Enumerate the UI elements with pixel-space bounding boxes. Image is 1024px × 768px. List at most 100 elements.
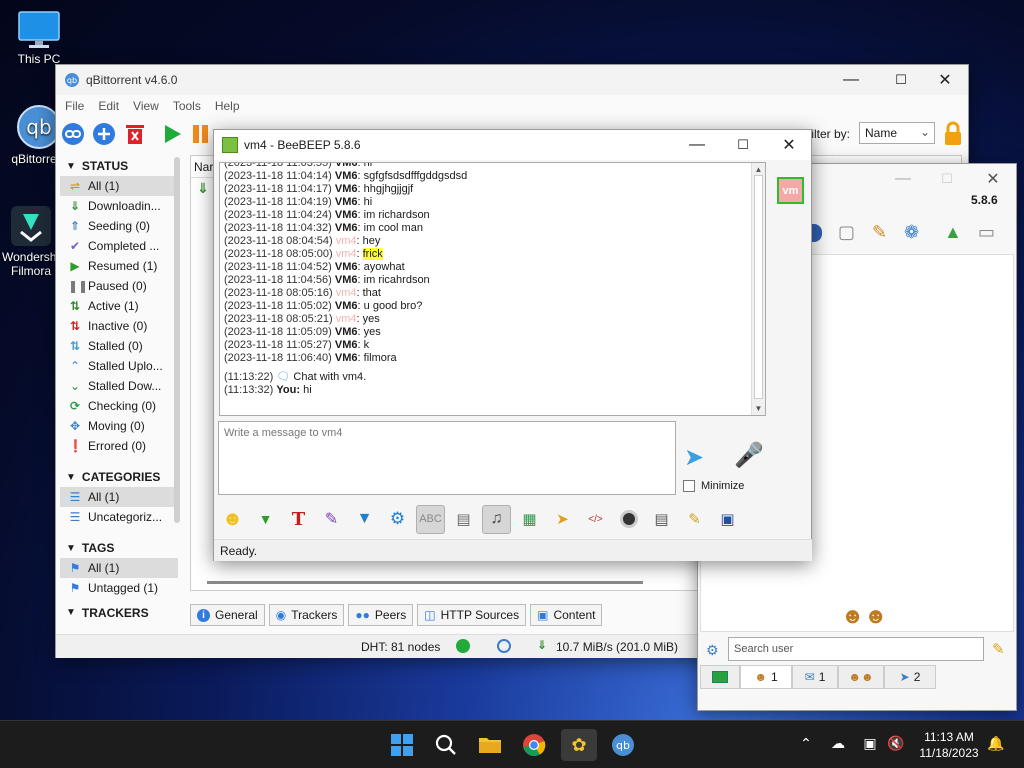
close-button[interactable]: ✕ xyxy=(766,130,812,160)
status-errored[interactable]: ❗ Errored (0) xyxy=(60,436,178,456)
tab-groups[interactable]: ☻☻ xyxy=(838,665,884,689)
clear-search-icon[interactable]: ✎ xyxy=(992,640,1005,658)
filter-button[interactable]: ▼ xyxy=(350,505,379,534)
tags-header[interactable]: ▼ TAGS xyxy=(60,537,178,558)
send-icon[interactable]: ➤ xyxy=(684,443,704,472)
categories-header[interactable]: ▼ CATEGORIES xyxy=(60,466,178,487)
trash-icon[interactable]: ▭ xyxy=(978,222,995,243)
status-downloading[interactable]: ⇓ Downloadin... xyxy=(60,196,178,216)
status-stalled[interactable]: ⇅ Stalled (0) xyxy=(60,336,178,356)
tag-untagged[interactable]: ⚑ Untagged (1) xyxy=(60,578,178,598)
menu-tools[interactable]: Tools xyxy=(168,99,210,113)
screenshot-button[interactable] xyxy=(614,505,643,534)
tab-trackers[interactable]: ◉ Trackers xyxy=(268,604,345,626)
search-button[interactable] xyxy=(428,729,464,761)
status-all[interactable]: ⇌ All (1) xyxy=(60,176,178,196)
close-button[interactable]: ✕ xyxy=(970,164,1016,194)
minimize-checkbox[interactable]: Minimize xyxy=(683,480,744,492)
minimize-button[interactable]: — xyxy=(828,65,874,95)
dictionary-button[interactable]: ▤ xyxy=(449,505,478,534)
user-avatar[interactable]: vm xyxy=(777,177,804,204)
horizontal-scrollbar[interactable] xyxy=(207,581,643,584)
beebeep-taskbar-button[interactable]: ✿ xyxy=(561,729,597,761)
volume-muted-icon[interactable]: 🔇 xyxy=(886,735,906,755)
category-uncategorized[interactable]: ☰ Uncategoriz... xyxy=(60,507,178,527)
maximize-button[interactable]: ☐ xyxy=(878,65,924,95)
resume-icon[interactable] xyxy=(159,121,185,147)
settings-button[interactable]: ⚙ xyxy=(383,505,412,534)
tab-home[interactable] xyxy=(700,665,740,689)
add-link-icon[interactable] xyxy=(60,121,86,147)
close-button[interactable]: ✕ xyxy=(922,65,968,95)
edit-icon[interactable]: ✎ xyxy=(872,222,887,243)
status-moving[interactable]: ✥ Moving (0) xyxy=(60,416,178,436)
status-header[interactable]: ▼ STATUS xyxy=(60,155,178,176)
emoticon-button[interactable]: ☻ xyxy=(218,505,247,534)
send-file-button[interactable]: ➤ xyxy=(548,505,577,534)
delete-icon[interactable] xyxy=(122,121,148,147)
category-all[interactable]: ☰ All (1) xyxy=(60,487,178,507)
trackers-header[interactable]: ▼ TRACKERS xyxy=(60,606,178,618)
minimize-button[interactable]: — xyxy=(674,130,720,160)
file-explorer-button[interactable] xyxy=(472,729,508,761)
alt-speed-icon[interactable] xyxy=(497,639,511,653)
menu-view[interactable]: View xyxy=(128,99,168,113)
status-seeding[interactable]: ⇑ Seeding (0) xyxy=(60,216,178,236)
scroll-thumb[interactable] xyxy=(754,175,763,399)
maximize-button[interactable]: ☐ xyxy=(924,164,970,194)
save-chat-button[interactable]: ▦ xyxy=(515,505,544,534)
tag-all[interactable]: ⚑ All (1) xyxy=(60,558,178,578)
start-button[interactable] xyxy=(384,729,420,761)
update-icon[interactable]: ▲ xyxy=(944,222,962,243)
save-button[interactable]: ▣ xyxy=(713,505,742,534)
menu-edit[interactable]: Edit xyxy=(93,99,128,113)
status-completed[interactable]: ✔ Completed ... xyxy=(60,236,178,256)
pause-icon[interactable] xyxy=(188,121,214,147)
tools-icon[interactable]: ❁ xyxy=(904,222,919,243)
tab-chats[interactable]: ✉ 1 xyxy=(792,665,838,689)
spellcheck-button[interactable]: ABC xyxy=(416,504,445,534)
microphone-icon[interactable]: 🎤 xyxy=(734,441,764,470)
status-resumed[interactable]: ▶ Resumed (1) xyxy=(60,256,178,276)
lock-icon[interactable] xyxy=(940,121,966,147)
search-settings-icon[interactable]: ⚙ xyxy=(706,642,719,659)
chat-messages[interactable]: (2023-11-18 11:03:55) VM6: hi (2023-11-18… xyxy=(219,162,766,416)
notification-bell-icon[interactable]: 🔔 xyxy=(986,735,1006,755)
emoticon-menu-button[interactable]: ▼ xyxy=(251,505,280,534)
edit-button[interactable]: ✎ xyxy=(680,505,709,534)
maximize-button[interactable]: ☐ xyxy=(720,130,766,160)
menu-help[interactable]: Help xyxy=(210,99,249,113)
font-button[interactable]: T xyxy=(284,505,313,534)
tab-general[interactable]: i General xyxy=(190,604,265,626)
tab-http-sources[interactable]: ◫ HTTP Sources xyxy=(417,604,527,626)
beebeep-chat-window[interactable]: vm4 - BeeBEEP 5.8.6 — ☐ ✕ (2023-11-18 11… xyxy=(213,129,812,561)
tab-users[interactable]: ☻ 1 xyxy=(740,665,792,689)
clear-button[interactable]: ▤ xyxy=(647,505,676,534)
messages-scrollbar[interactable]: ▲ ▼ xyxy=(751,163,765,415)
message-input[interactable]: Write a message to vm4 xyxy=(218,421,676,495)
qbittorrent-taskbar-button[interactable]: qb xyxy=(605,729,641,761)
network-icon[interactable]: ▣ xyxy=(860,735,880,755)
clock[interactable]: 11:13 AM 11/18/2023 xyxy=(916,729,982,761)
status-stalled-downloading[interactable]: ⌄ Stalled Dow... xyxy=(60,376,178,396)
menu-file[interactable]: File xyxy=(60,99,93,113)
scroll-down-icon[interactable]: ▼ xyxy=(752,402,765,415)
search-user-input[interactable]: Search user xyxy=(728,637,984,661)
desktop-icon-filmora[interactable]: Wondershare Filmora xyxy=(2,204,60,278)
color-button[interactable]: ✎ xyxy=(317,505,346,534)
sidebar-scrollbar[interactable] xyxy=(174,157,180,523)
download-speed[interactable]: 10.7 MiB/s (201.0 MiB) xyxy=(556,640,678,654)
filter-select[interactable]: Name ⌄ xyxy=(859,122,935,144)
minimize-button[interactable]: — xyxy=(880,164,926,194)
chevron-up-icon[interactable]: ⌃ xyxy=(796,735,816,755)
status-stalled-uploading[interactable]: ⌃ Stalled Uplo... xyxy=(60,356,178,376)
cloud-off-icon[interactable]: ☁ xyxy=(828,735,848,755)
desktop-icon-this-pc[interactable]: This PC xyxy=(8,10,70,66)
status-checking[interactable]: ⟳ Checking (0) xyxy=(60,396,178,416)
add-torrent-icon[interactable] xyxy=(91,121,117,147)
chat-icon[interactable]: ▢ xyxy=(838,222,855,243)
tab-peers[interactable]: ●● Peers xyxy=(348,604,414,626)
status-inactive[interactable]: ⇅ Inactive (0) xyxy=(60,316,178,336)
tab-content[interactable]: ▣ Content xyxy=(530,604,603,626)
tab-shares[interactable]: ➤ 2 xyxy=(884,665,936,689)
